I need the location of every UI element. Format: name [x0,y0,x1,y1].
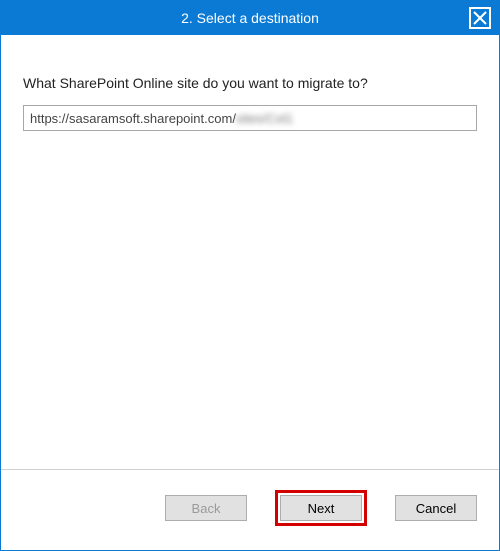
next-button[interactable]: Next [280,495,362,521]
back-button[interactable]: Back [165,495,247,521]
question-label: What SharePoint Online site do you want … [23,75,477,91]
dialog-window: 2. Select a destination What SharePoint … [0,0,500,551]
site-url-visible: https://sasaramsoft.sharepoint.com/ [30,111,236,126]
dialog-title: 2. Select a destination [181,10,319,26]
site-url-input[interactable]: https://sasaramsoft.sharepoint.com/sites… [23,105,477,131]
footer: Back Next Cancel [1,469,499,550]
close-icon [469,7,491,29]
close-button[interactable] [467,5,493,31]
cancel-button[interactable]: Cancel [395,495,477,521]
site-url-obscured: sites/Col1 [236,111,293,126]
next-highlight: Next [275,490,367,526]
content-area: What SharePoint Online site do you want … [1,35,499,469]
titlebar: 2. Select a destination [1,1,499,35]
